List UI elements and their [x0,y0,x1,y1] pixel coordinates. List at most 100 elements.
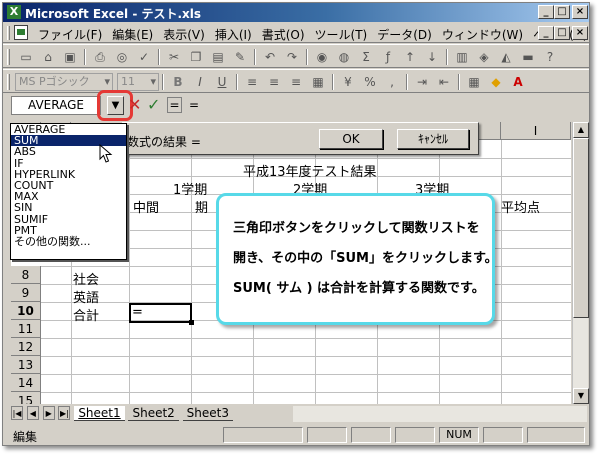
help-icon[interactable]: ? [539,48,561,66]
web-icon[interactable]: ◍ [333,48,355,66]
horizontal-scrollbar[interactable] [293,406,587,422]
first-sheet-icon[interactable]: |◀ [11,406,23,420]
column-header-i[interactable]: I [501,122,571,140]
format-painter-icon[interactable]: ✎ [229,48,251,66]
row-header-12[interactable]: 12 [11,338,41,356]
cancel-button[interactable]: ｷｬﾝｾﾙ [397,129,469,149]
sort-ascending-icon[interactable]: ↑ [399,48,421,66]
hyperlink-icon[interactable]: ◉ [311,48,333,66]
print-icon[interactable]: ⎙ [89,48,111,66]
menu-tools[interactable]: ツール(T) [310,26,373,43]
row-header-10[interactable]: 10 [11,302,41,320]
redo-icon[interactable]: ↷ [281,48,303,66]
doc-minimize-button[interactable]: _ [538,26,554,40]
print-preview-icon[interactable]: ◎ [111,48,133,66]
row-header-13[interactable]: 13 [11,356,41,374]
underline-icon[interactable]: U [211,73,233,91]
row-header-11[interactable]: 11 [11,320,41,338]
midterm-cell[interactable]: 中間 [133,197,159,216]
font-name-combo[interactable]: MS Pゴシック [15,73,113,91]
borders-icon[interactable]: ▦ [463,73,485,91]
menubar-grip[interactable] [7,26,10,40]
row-header-14[interactable]: 14 [11,374,41,392]
maximize-button[interactable]: □ [554,5,570,19]
function-item-more[interactable]: その他の関数... [11,236,126,247]
edit-formula-button[interactable]: = [167,97,182,113]
percent-icon[interactable]: % [359,73,381,91]
align-left-icon[interactable]: ≡ [241,73,263,91]
italic-icon[interactable]: I [189,73,211,91]
spelling-icon[interactable]: ✓ [133,48,155,66]
total-cell[interactable]: 合計 [73,305,99,324]
undo-icon[interactable]: ↶ [259,48,281,66]
menu-format[interactable]: 書式(O) [257,26,310,43]
paste-icon[interactable]: ▤ [207,48,229,66]
excel-app-icon[interactable]: X [7,5,21,19]
currency-icon[interactable]: ¥ [337,73,359,91]
close-button[interactable]: × [572,5,588,19]
font-color-icon[interactable]: A [507,73,529,91]
sheet-tab-1[interactable]: Sheet1 [74,406,125,421]
align-right-icon[interactable]: ≡ [285,73,307,91]
align-center-icon[interactable]: ≡ [263,73,285,91]
next-sheet-icon[interactable]: ▶ [42,406,55,420]
scroll-down-icon[interactable]: ▼ [573,388,589,404]
menu-edit[interactable]: 編集(E) [107,26,158,43]
formula-content[interactable]: = [189,98,199,112]
function-item-sin[interactable]: SIN [11,202,126,213]
zoom-icon[interactable]: ▬ [517,48,539,66]
term1-cell[interactable]: 1学期 [173,179,207,198]
doc-restore-button[interactable]: □ [554,26,570,40]
font-size-combo[interactable]: 11 [117,73,159,91]
formatting-toolbar-grip[interactable] [7,74,10,90]
sheet-title-cell[interactable]: 平成13年度テスト結果 [243,161,377,180]
new-icon[interactable]: ▭ [15,48,37,66]
formula-palette: 数式の結果 = OK ｷｬﾝｾﾙ [122,122,479,155]
increase-indent-icon[interactable]: ⇥ [411,73,433,91]
standard-toolbar-grip[interactable] [7,49,10,65]
menu-data[interactable]: データ(D) [372,26,437,43]
menu-view[interactable]: 表示(V) [158,26,210,43]
open-icon[interactable]: ⌂ [37,48,59,66]
average-header-cell[interactable]: 平均点 [501,197,540,216]
scroll-up-icon[interactable]: ▲ [573,122,589,138]
chart-wizard-icon[interactable]: ▥ [451,48,473,66]
workbook-icon[interactable] [14,25,28,40]
active-cell-outline[interactable] [129,303,194,325]
vertical-scroll-thumb[interactable] [573,138,589,318]
map-icon[interactable]: ◈ [473,48,495,66]
prev-sheet-icon[interactable]: ◀ [26,406,39,420]
merge-center-icon[interactable]: ▦ [307,73,329,91]
sort-descending-icon[interactable]: ↓ [421,48,443,66]
bold-icon[interactable]: B [167,73,189,91]
ok-button[interactable]: OK [319,129,383,149]
last-sheet-icon[interactable]: ▶| [58,406,71,420]
english-cell[interactable]: 英語 [73,287,99,306]
row-header-9[interactable]: 9 [11,284,41,302]
autosum-icon[interactable]: Σ [355,48,377,66]
menu-insert[interactable]: 挿入(I) [210,26,257,43]
drawing-icon[interactable]: ◭ [495,48,517,66]
fill-color-icon[interactable]: ◆ [485,73,507,91]
cut-icon[interactable]: ✂ [163,48,185,66]
row-header-8[interactable]: 8 [11,266,41,284]
function-icon[interactable]: ƒ [377,48,399,66]
doc-close-button[interactable]: × [572,26,588,40]
vertical-scrollbar[interactable]: ▲ ▼ [572,122,589,404]
comma-icon[interactable]: , [381,73,403,91]
menu-file[interactable]: ファイル(F) [33,26,107,43]
save-icon[interactable]: ▣ [59,48,81,66]
decrease-indent-icon[interactable]: ⇤ [433,73,455,91]
copy-icon[interactable]: ❐ [185,48,207,66]
name-box[interactable]: AVERAGE [11,96,101,115]
minimize-button[interactable]: _ [538,5,554,19]
sheet-tab-2[interactable]: Sheet2 [128,406,179,421]
row-header-15[interactable]: 15 [11,392,41,404]
function-item-sumif[interactable]: SUMIF [11,213,126,225]
sheet-tab-3[interactable]: Sheet3 [182,406,233,421]
enter-check-icon[interactable]: ✓ [147,95,160,114]
social-cell[interactable]: 社会 [73,269,99,288]
final-cell[interactable]: 期 [195,197,208,216]
menu-window[interactable]: ウィンドウ(W) [437,26,528,43]
cancel-x-icon[interactable]: ✕ [128,95,141,114]
